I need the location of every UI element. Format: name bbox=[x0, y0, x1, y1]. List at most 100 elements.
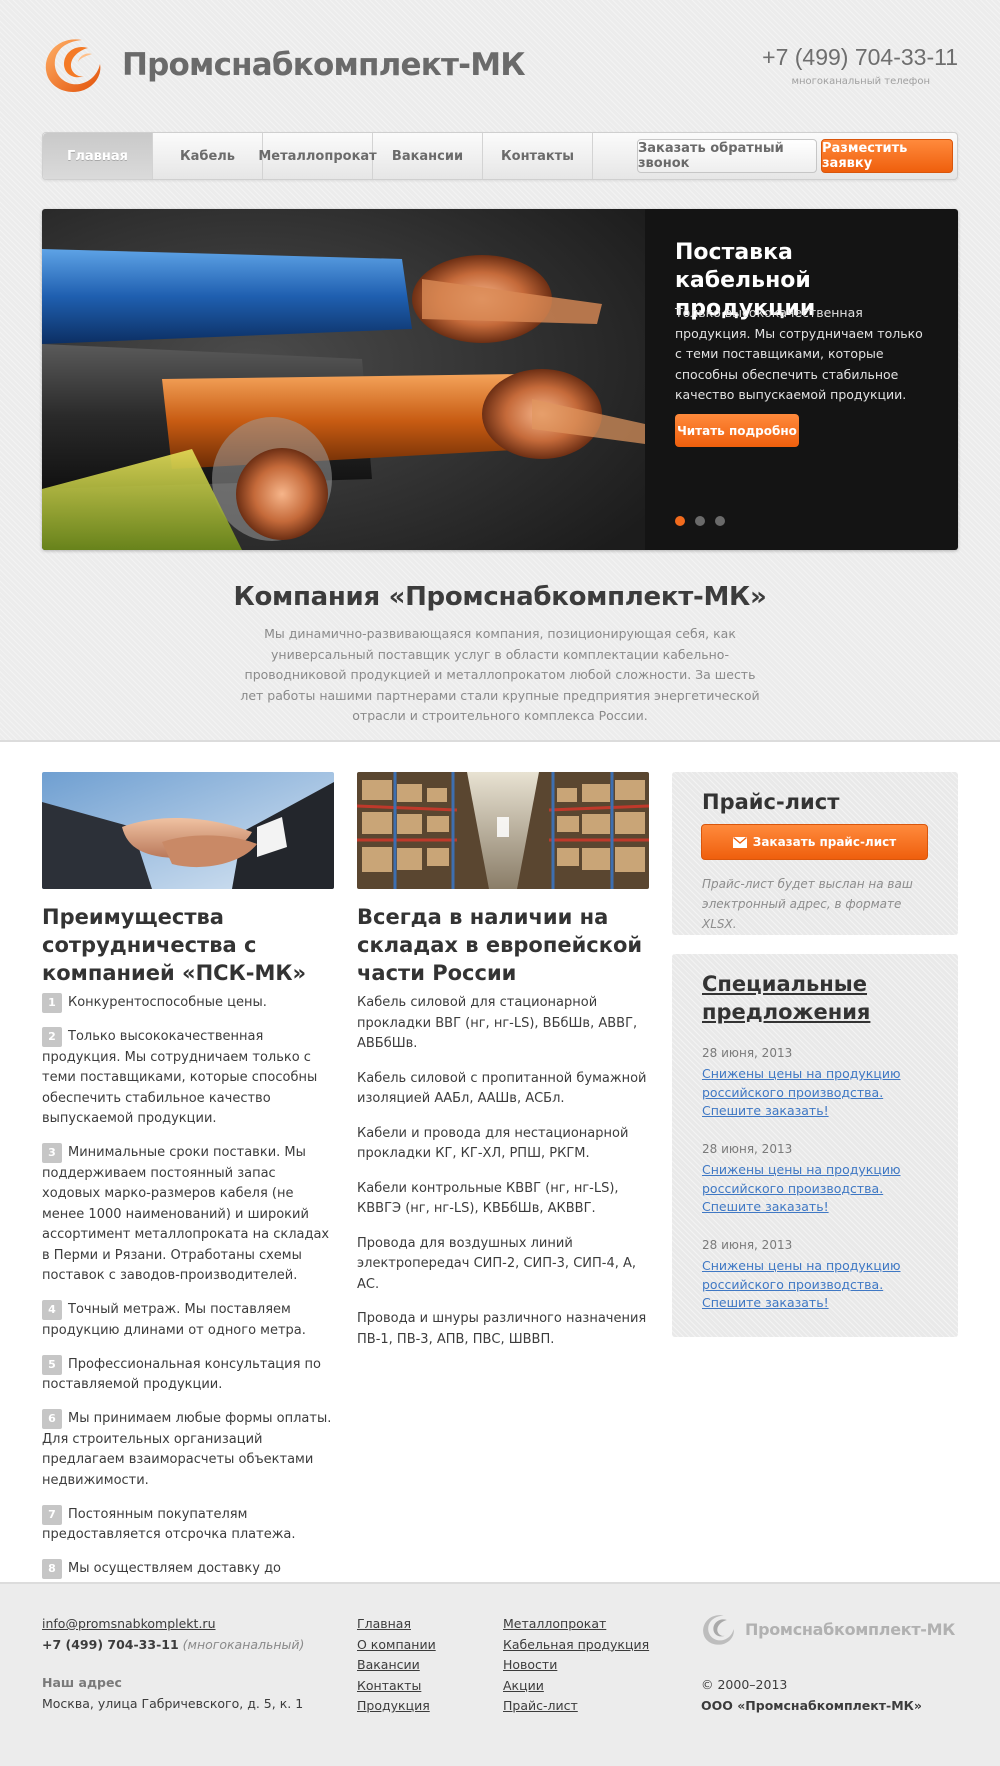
callback-button[interactable]: Заказать обратный звонок bbox=[637, 139, 817, 173]
advantage-text: Только высококачественная продукция. Мы … bbox=[42, 1029, 318, 1126]
list-item: Провода и шнуры различного назначения ПВ… bbox=[357, 1311, 647, 1347]
list-item: Кабель силовой для стационарной прокладк… bbox=[357, 995, 638, 1051]
header-phone-note: многоканальный телефон bbox=[791, 76, 930, 87]
footer-email-link[interactable]: info@promsnabkomplekt.ru bbox=[42, 1614, 304, 1635]
list-item: 4 Точный метраж. Мы поставляем продукцию … bbox=[42, 1300, 334, 1341]
footer: info@promsnabkomplekt.ru +7 (499) 704-33… bbox=[0, 1582, 1000, 1766]
top-area: Промснабкомплект-МК +7 (499) 704-33-11 м… bbox=[0, 0, 1000, 742]
offer-item: 28 июня, 2013 Снижены цены на продукцию … bbox=[702, 1142, 932, 1217]
offer-date: 28 июня, 2013 bbox=[702, 1238, 793, 1252]
place-order-button[interactable]: Разместить заявку bbox=[821, 139, 953, 173]
advantages-title: Преимущества сотрудничества с компанией … bbox=[42, 905, 307, 985]
phone-block: +7 (499) 704-33-11 многоканальный телефо… bbox=[762, 44, 958, 87]
warehouse-photo bbox=[357, 772, 649, 889]
number-badge: 5 bbox=[42, 1354, 62, 1375]
footer-link-news[interactable]: Новости bbox=[503, 1655, 649, 1676]
slide-text: Только высококачественная продукция. Мы … bbox=[675, 305, 923, 402]
footer-links-col1: Главная О компании Вакансии Контакты Про… bbox=[357, 1614, 436, 1717]
order-price-list-button[interactable]: Заказать прайс-лист bbox=[701, 824, 928, 860]
footer-link-cable[interactable]: Кабельная продукция bbox=[503, 1635, 649, 1656]
advantage-text: Профессиональная консультация по поставл… bbox=[42, 1356, 322, 1393]
list-item: 1 Конкурентоспособные цены. bbox=[42, 993, 334, 1014]
price-list-title: Прайс-лист bbox=[702, 790, 840, 814]
header-phone[interactable]: +7 (499) 704-33-11 bbox=[762, 44, 958, 71]
handshake-photo bbox=[42, 772, 334, 889]
advantage-text: Мы принимаем любые формы оплаты. Для стр… bbox=[42, 1411, 332, 1488]
footer-phone-line: +7 (499) 704-33-11 (многоканальный) bbox=[42, 1635, 304, 1656]
list-item: Кабели контрольные КВВГ (нг, нг-LS), КВВ… bbox=[357, 1180, 619, 1217]
hero-slider: Поставка кабельной продукции Только высо… bbox=[42, 209, 958, 550]
offer-date: 28 июня, 2013 bbox=[702, 1142, 793, 1156]
main-nav: Главная Кабель Металлопрокат Вакансии Ко… bbox=[42, 132, 958, 180]
footer-logo-text: Промснабкомплект-МК bbox=[745, 1620, 956, 1639]
footer-link-contacts[interactable]: Контакты bbox=[357, 1676, 436, 1697]
list-item: 5 Профессиональная консультация по постав… bbox=[42, 1354, 334, 1396]
footer-copyright: © 2000–2013 bbox=[701, 1677, 788, 1692]
footer-link-home[interactable]: Главная bbox=[357, 1614, 436, 1635]
offer-link[interactable]: Снижены цены на продукцию российского пр… bbox=[702, 1257, 932, 1313]
number-badge: 7 bbox=[42, 1504, 62, 1525]
stock-title: Всегда в наличии на складах в европейско… bbox=[357, 905, 643, 985]
cable-photo bbox=[42, 209, 645, 550]
company-title: Компания «Промснабкомплект-МК» bbox=[233, 582, 767, 612]
slider-dots bbox=[675, 516, 725, 526]
footer-address-label: Наш адрес bbox=[42, 1675, 122, 1690]
slider-dot-1[interactable] bbox=[675, 516, 685, 526]
footer-company-name: ООО «Промснабкомплект-МК» bbox=[701, 1697, 922, 1713]
advantage-text: Конкурентоспособные цены. bbox=[68, 995, 267, 1010]
slider-caption-panel: Поставка кабельной продукции Только высо… bbox=[645, 209, 958, 550]
nav-item-home[interactable]: Главная bbox=[43, 133, 153, 179]
list-item: 2 Только высококачественная продукция. Мы… bbox=[42, 1027, 334, 1130]
envelope-icon bbox=[732, 836, 747, 848]
advantage-text: Минимальные сроки поставки. Мы поддержив… bbox=[42, 1145, 330, 1283]
offer-date: 28 июня, 2013 bbox=[702, 1046, 793, 1060]
footer-links-col2: Металлопрокат Кабельная продукция Новост… bbox=[503, 1614, 649, 1717]
footer-link-about[interactable]: О компании bbox=[357, 1635, 436, 1656]
list-item: Провода для воздушных линий электроперед… bbox=[357, 1235, 637, 1292]
footer-link-vacancies[interactable]: Вакансии bbox=[357, 1655, 436, 1676]
order-price-list-label: Заказать прайс-лист bbox=[752, 835, 897, 849]
main-content: Преимущества сотрудничества с компанией … bbox=[0, 742, 1000, 1597]
offer-link[interactable]: Снижены цены на продукцию российского пр… bbox=[702, 1065, 932, 1121]
list-item: Кабели и провода для нестационарной прок… bbox=[357, 1125, 629, 1162]
advantages-list: 1 Конкурентоспособные цены. 2 Только высок… bbox=[42, 993, 334, 1614]
number-badge: 2 bbox=[42, 1027, 62, 1047]
nav-item-vacancies[interactable]: Вакансии bbox=[373, 133, 483, 179]
footer-link-promotions[interactable]: Акции bbox=[503, 1676, 649, 1697]
read-more-button[interactable]: Читать подробно bbox=[675, 414, 799, 447]
stock-list: Кабель силовой для стационарной прокладк… bbox=[357, 993, 649, 1364]
logo[interactable]: Промснабкомплект-МК bbox=[42, 34, 526, 96]
footer-link-price-list[interactable]: Прайс-лист bbox=[503, 1696, 649, 1717]
number-badge: 1 bbox=[42, 993, 62, 1013]
logo-text: Промснабкомплект-МК bbox=[122, 47, 526, 83]
logo-swirl-icon bbox=[703, 1615, 734, 1645]
price-list-box: Прайс-лист Заказать прайс-лист Прайс-лис… bbox=[672, 772, 958, 935]
nav-item-contacts[interactable]: Контакты bbox=[483, 133, 593, 179]
price-list-note: Прайс-лист будет выслан на ваш электронн… bbox=[702, 877, 913, 931]
number-badge: 4 bbox=[42, 1300, 62, 1320]
offer-item: 28 июня, 2013 Снижены цены на продукцию … bbox=[702, 1046, 932, 1121]
footer-logo[interactable]: Промснабкомплект-МК bbox=[701, 1612, 955, 1647]
offer-link[interactable]: Снижены цены на продукцию российского пр… bbox=[702, 1161, 932, 1217]
logo-swirl-icon bbox=[45, 39, 101, 92]
number-badge: 8 bbox=[42, 1559, 62, 1579]
number-badge: 6 bbox=[42, 1409, 62, 1429]
footer-phone-note: (многоканальный) bbox=[182, 1636, 305, 1652]
slider-dot-3[interactable] bbox=[715, 516, 725, 526]
number-badge: 3 bbox=[42, 1143, 62, 1163]
list-item: 3 Минимальные сроки поставки. Мы поддержи… bbox=[42, 1143, 334, 1287]
footer-contacts: info@promsnabkomplekt.ru +7 (499) 704-33… bbox=[42, 1614, 304, 1714]
advantage-text: Точный метраж. Мы поставляем продукцию д… bbox=[42, 1302, 306, 1338]
list-item: Кабель силовой с пропитанной бумажной из… bbox=[357, 1070, 647, 1107]
nav-item-cable[interactable]: Кабель bbox=[153, 133, 263, 179]
footer-copyright-block: © 2000–2013 ООО «Промснабкомплект-МК» bbox=[701, 1675, 922, 1716]
footer-phone[interactable]: +7 (499) 704-33-11 bbox=[42, 1637, 179, 1652]
special-offers-title[interactable]: Специальные предложения bbox=[702, 970, 932, 1026]
footer-address: Москва, улица Габричевского, д. 5, к. 1 bbox=[42, 1695, 304, 1711]
footer-link-products[interactable]: Продукция bbox=[357, 1696, 436, 1717]
nav-item-metal[interactable]: Металлопрокат bbox=[258, 133, 377, 179]
slider-dot-2[interactable] bbox=[695, 516, 705, 526]
footer-link-metal[interactable]: Металлопрокат bbox=[503, 1614, 649, 1635]
offer-item: 28 июня, 2013 Снижены цены на продукцию … bbox=[702, 1238, 932, 1313]
special-offers-box: Специальные предложения 28 июня, 2013 Сн… bbox=[672, 954, 958, 1337]
